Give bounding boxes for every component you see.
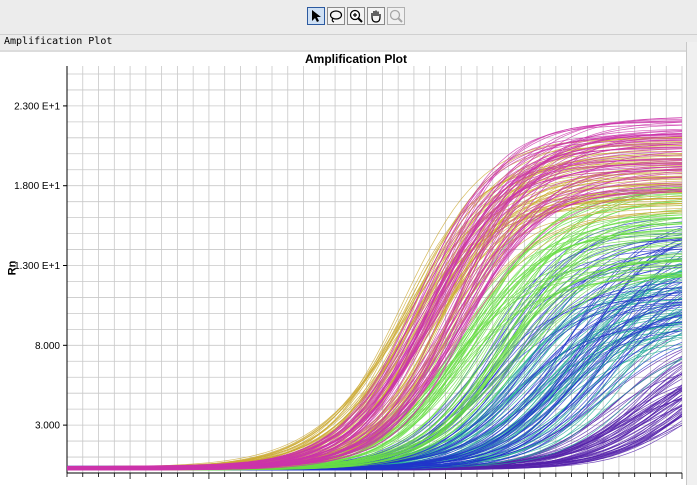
y-tick-label: 1.800 E+1	[14, 181, 60, 192]
y-tick-label: 1.300 E+1	[14, 261, 60, 272]
y-tick-label: 3.000	[35, 421, 60, 432]
y-tick-label: 2.300 E+1	[14, 101, 60, 112]
y-tick-label: 8.000	[35, 341, 60, 352]
amplification-plot: 3.000 8.000 1.300 E+1 1.800 E+1 2.300 E+1	[14, 66, 683, 479]
